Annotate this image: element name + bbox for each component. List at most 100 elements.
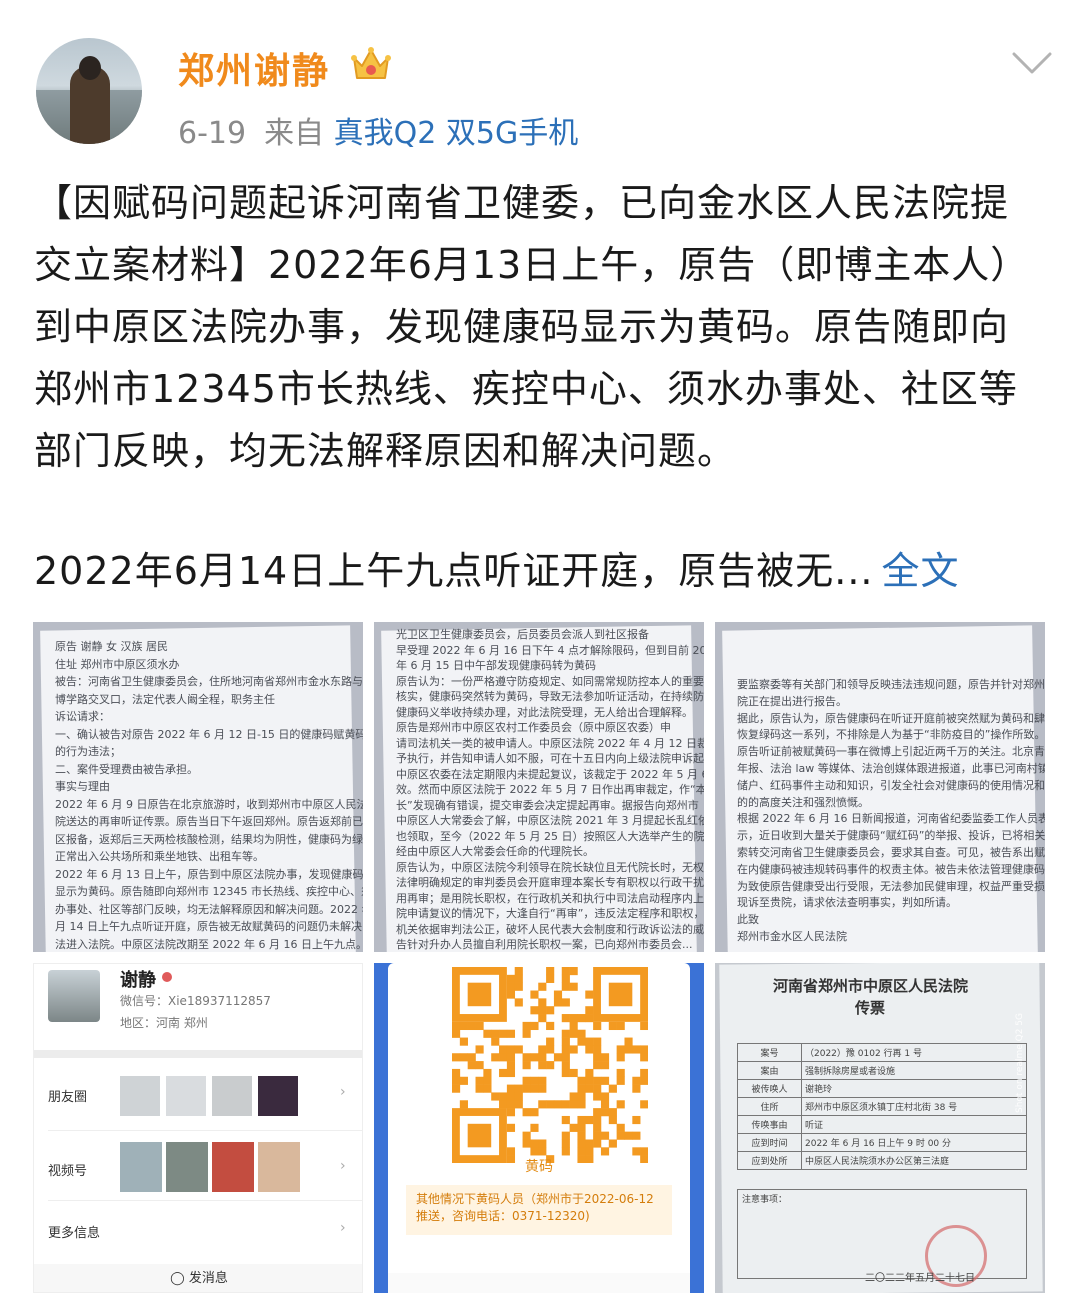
health-code-status: 黄码	[525, 1159, 553, 1175]
divider	[48, 1200, 362, 1201]
document-line: 2022 年 6 月 13 日上午，原告到中原区法院办事，发现健康码	[55, 867, 363, 881]
summons-row: 应到处所 中原区人民法院须水办公区第三法庭	[737, 1151, 1027, 1170]
document-line: 要监察委等有关部门和领导反映违法违规问题，原告并针对郑州市中原区	[737, 678, 1045, 691]
document-line: 现诉至贵院，请求依法查明事实，判如所请。	[737, 896, 957, 910]
image-complaint-page-3[interactable]: 要监察委等有关部门和领导反映违法违规问题，原告并针对郑州市中原区院正在提出进行报…	[715, 622, 1045, 952]
moments-thumb	[258, 1076, 298, 1116]
image-complaint-page-2[interactable]: 光卫区卫生健康委员会，后员委员会派人到社区报备 早受理 2022 年 6 月 16…	[374, 622, 704, 952]
crown-vip-icon	[351, 47, 391, 79]
source-device-link[interactable]: 真我Q2 双5G手机	[334, 116, 579, 151]
document-line: 郑州市金水区人民法院	[737, 930, 847, 943]
post-meta: 6-19 来自 真我Q2 双5G手机	[178, 108, 578, 152]
document-line: 院正在提出进行报告。	[737, 694, 847, 708]
document-line: 院申请复议的情况下，大逢自行“再审”，违反法定程序和职权，申请行政	[396, 907, 704, 920]
document-line: 长”发现确有错误，提交审委会决定提起再审。据报告向郑州市	[396, 798, 699, 812]
health-code-note: 其他情况下黄码人员（郑州市于2022-06-12推送，咨询电话：0371-123…	[406, 1185, 672, 1235]
document-line: 中原区人大常委会了解，中原区法院 2021 年 3 月提起长乱红依然	[396, 814, 704, 827]
post-body-second: 2022年6月14日上午九点听证开庭，原告被无...	[34, 549, 874, 593]
summons-field-label: 住所	[737, 1097, 802, 1116]
summons-field-label: 被传唤人	[737, 1079, 802, 1098]
channels-label: 视频号	[48, 1164, 88, 1179]
summons-subtitle: 传票	[855, 999, 886, 1017]
summons-field-value: 强制拆除房屋或者设施	[801, 1061, 1027, 1080]
moments-label: 朋友圈	[48, 1090, 88, 1105]
document-line: 2022 年 6 月 9 日原告在北京旅游时，收到郑州市中原区人民法	[55, 797, 363, 811]
more-info-label: 更多信息	[48, 1226, 101, 1241]
moments-thumb	[120, 1076, 160, 1116]
document-line: 院送达的再审听证传票。原告当日下午返回郑州。原告返郑前已向社	[55, 815, 363, 828]
contact-name: 谢静	[120, 970, 156, 991]
document-line: 原告是郑州市中原区农村工作委员会（原中原区农委）申	[396, 721, 671, 734]
document-line: 储户、红码事件主动和知识，引发全社会对健康码的使用情况和防疫目	[737, 778, 1045, 792]
document-line: 原告认为：一份严格遵守防疫规定、如同需常规防控本人的重要事件并过	[396, 674, 704, 688]
summons-row: 住所 郑州市中原区须水镇丁庄村北街 38 号	[737, 1097, 1027, 1116]
channels-thumb	[120, 1142, 162, 1192]
document-line: 此致	[737, 913, 759, 927]
summons-row: 案由 强制拆除房屋或者设施	[737, 1061, 1027, 1080]
document-line: 用再审；是用院长职权，在行政机关和执行中司法启动程序内上级法	[396, 891, 704, 905]
contact-avatar	[48, 970, 100, 1022]
camera-watermark: Shot on realme Q2 5G	[1015, 1013, 1025, 1113]
document-line: 索转交河南省卫生健康委员会，要求其自查。可见，被告系出赋黄码	[737, 846, 1045, 859]
summons-court-title: 河南省郑州市中原区人民法院	[773, 977, 969, 995]
document-line: 原告 谢静 女 汉族 居民	[55, 640, 168, 653]
contact-region: 地区：河南 郑州	[120, 1016, 208, 1030]
summons-date: 二〇二二年五月二十七日	[865, 1273, 975, 1284]
document-line: 告针对升办人员擅自利用院长职权一案，已向郑州市委员会...	[396, 938, 693, 951]
document-line: 为致使原告健康受出行受限，无法参加民健审理，权益严重受损。原告	[737, 879, 1045, 893]
full-text-link[interactable]: 全文	[881, 549, 959, 593]
document-line: 诉讼请求：	[55, 710, 110, 723]
health-code-panel: 黄码 其他情况下黄码人员（郑州市于2022-06-12推送，咨询电话：0371-…	[388, 963, 690, 1293]
document-line: 住址 郑州市中原区须水办	[55, 657, 180, 671]
document-line: 在内健康码被违规转码事件的权责主体。被告未依法管理健康码的行	[737, 862, 1045, 876]
summons-field-label: 传唤事由	[737, 1115, 802, 1134]
summons-row: 被传唤人 谢艳玲	[737, 1079, 1027, 1098]
document-line: 二、案件受理费由被告承担。	[55, 762, 198, 776]
summons-field-value: 听证	[801, 1115, 1027, 1134]
summons-field-value: 2022 年 6 月 16 日上午 9 时 00 分	[801, 1133, 1027, 1152]
document-line: 中原区农委在法定期限内未提起复议，该裁定于 2022 年 5 月 6 日生	[396, 767, 704, 781]
contact-wechat-id: 微信号：Xie18937112857	[120, 994, 271, 1008]
bottom-bar	[388, 1273, 690, 1293]
image-court-summons[interactable]: 河南省郑州市中原区人民法院 传票 案号 （2022）豫 0102 行再 1 号案由…	[715, 963, 1045, 1293]
document-line: 法律明确规定的审判委员会开庭审理本案长专有职权以行政干扰执行不当	[396, 876, 704, 889]
summons-table: 案号 （2022）豫 0102 行再 1 号案由 强制拆除房屋或者设施 被传唤人 谢艳玲…	[737, 1043, 1027, 1170]
summons-field-label: 应到处所	[737, 1151, 802, 1170]
document-line: 被告：河南省卫生健康委员会，住所地河南省郑州市金水东路与	[55, 675, 363, 688]
summons-field-value: 谢艳玲	[801, 1079, 1027, 1098]
summons-field-value: （2022）豫 0102 行再 1 号	[801, 1043, 1027, 1062]
username[interactable]: 郑州谢静	[178, 42, 330, 94]
avatar[interactable]	[36, 38, 142, 144]
document-line: 经由中原区人大常委会任命的代理院长。	[396, 845, 594, 858]
image-complaint-page-1[interactable]: 原告 谢静 女 汉族 居民 住址 郑州市中原区须水办被告：河南省卫生健康委员会，住…	[33, 622, 363, 952]
send-message-label: 发消息	[188, 1271, 228, 1286]
document-line: 核实，健康码突然转为黄码，导致无法参加听证活动，在持续防控的	[396, 690, 704, 703]
document-line: 一、确认被告对原告 2022 年 6 月 12 日-15 日的健康码赋黄码	[55, 727, 363, 741]
image-contact-card[interactable]: 谢静 微信号：Xie18937112857 地区：河南 郑州 朋友圈 › 视频号…	[33, 963, 363, 1293]
document-line: 年报、法治 law 等媒体、法治创媒体跟进报道，此事已河南村镇银行	[737, 762, 1045, 775]
summons-field-value: 中原区人民法院须水办公区第三法庭	[801, 1151, 1027, 1170]
source-prefix: 来自	[264, 116, 325, 151]
channels-thumb	[258, 1142, 300, 1192]
document-line: 效。然而中原区法院于 2022 年 5 月 7 日作出再审裁定，作“本院院	[396, 783, 704, 796]
document-line: 显示为黄码。原告随即向郑州市 12345 市长热线、疾控中心、须水	[55, 885, 363, 898]
post-body: 【因赋码问题起诉河南省卫健委，已向金水区人民法院提交立案材料】2022年6月13…	[34, 181, 1030, 473]
document-line: 的的高度关注和强烈愤慨。	[737, 795, 869, 809]
document-line: 恢复绿码这一系列，不排除是人为基于“非防疫目的”操作所致。	[737, 728, 1045, 742]
post-date: 6-19	[178, 116, 247, 151]
chevron-down-icon[interactable]	[1010, 48, 1054, 78]
document-line: 办事处、社区等部门反映，均无法解释原因和解决问题。2022 年 6	[55, 902, 363, 916]
document-line: 年 6 月 15 日中午部发现健康码转为黄码	[396, 659, 596, 672]
chevron-right-icon: ›	[340, 1084, 346, 1100]
document-line: 早受理 2022 年 6 月 16 日下午 4 点才解除限码，但到目前 2022	[396, 643, 704, 657]
document-line: 月 14 日上午九点听证开庭，原告被无故赋黄码的问题仍未解决，无	[55, 920, 363, 933]
moments-thumb	[212, 1076, 252, 1116]
document-line: 原告听证前被赋黄码一事在微博上引起近两千万的关注。北京青	[737, 745, 1045, 759]
post-body-truncated: 2022年6月14日上午九点听证开庭，原告被无... 全文	[34, 540, 1046, 602]
document-line: 示，近日收到大量关于健康码“赋红码”的举报、投诉，已将相关线	[737, 829, 1045, 843]
divider	[34, 1050, 362, 1058]
image-health-code[interactable]: 黄码 其他情况下黄码人员（郑州市于2022-06-12推送，咨询电话：0371-…	[374, 963, 704, 1293]
document-line: 的行为违法；	[55, 745, 121, 758]
qr-code-icon	[452, 967, 648, 1163]
document-line: 据此，原告认为，原告健康码在听证开庭前被突然赋为黄码和肆卷	[737, 711, 1045, 725]
